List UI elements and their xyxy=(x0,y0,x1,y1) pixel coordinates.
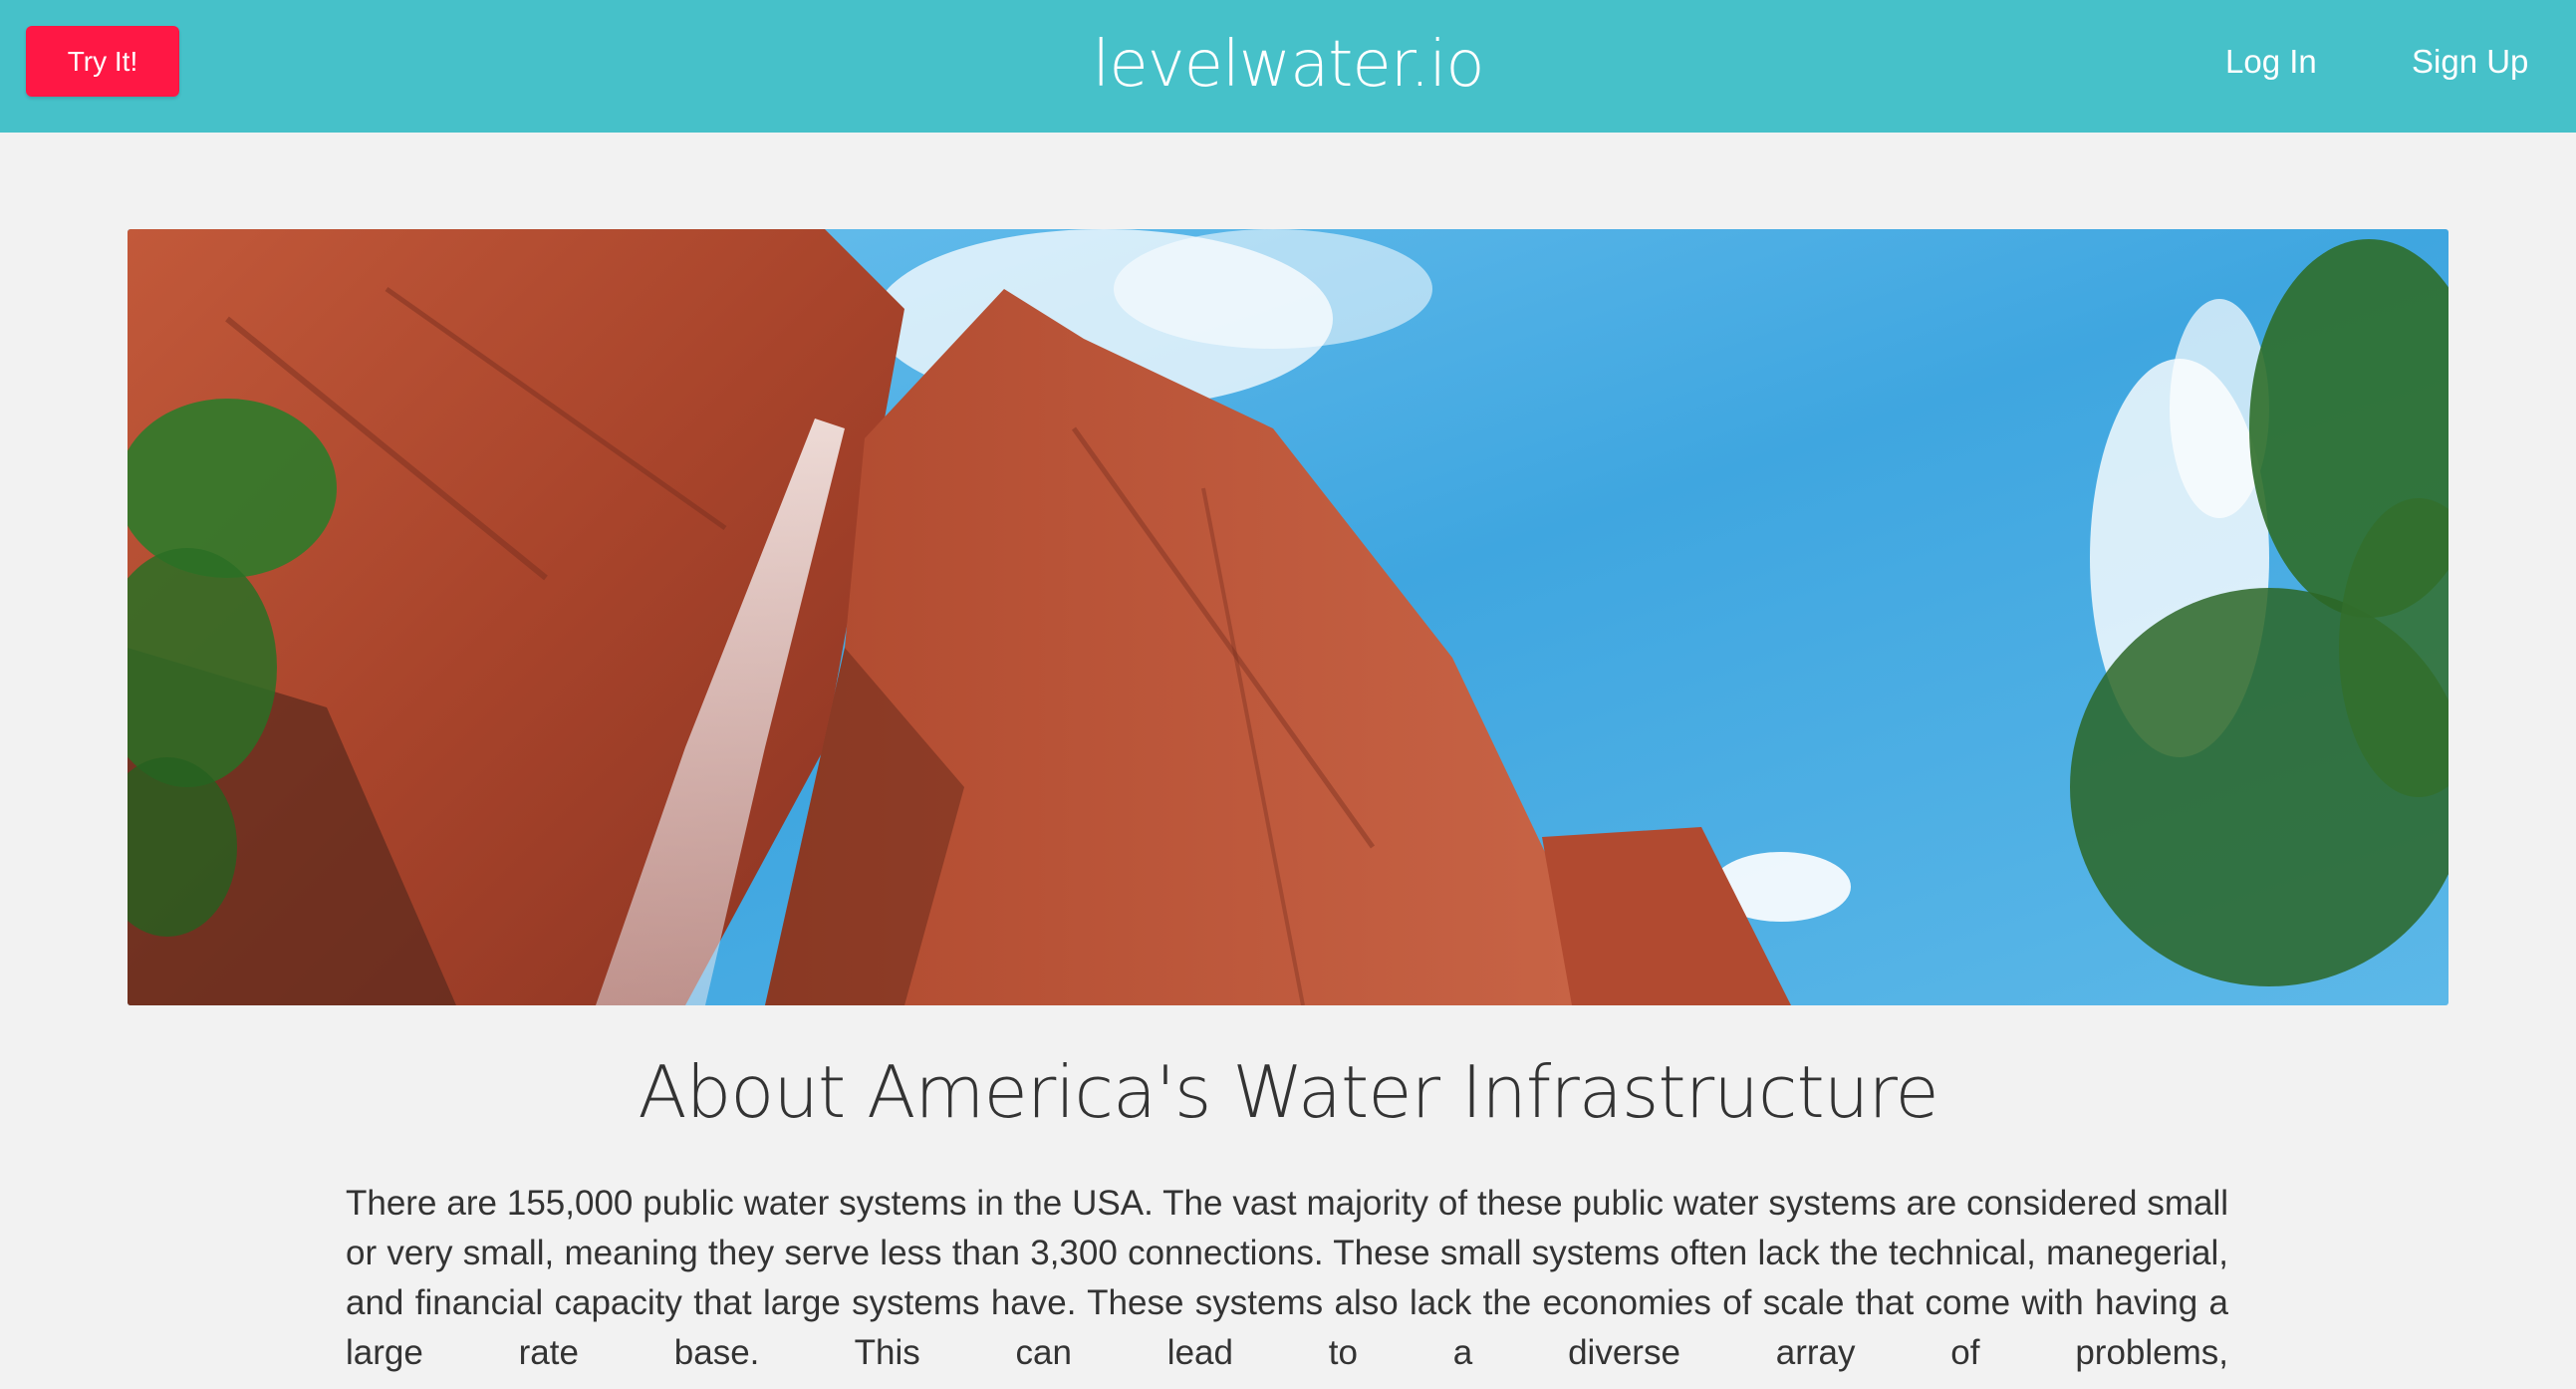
hero-image xyxy=(128,229,2448,1005)
canyon-waterfall-image xyxy=(128,229,2448,1005)
brand-logo[interactable]: levelwater.io xyxy=(1093,28,1485,102)
try-it-button[interactable]: Try It! xyxy=(26,26,179,97)
brand-logo-wrapper: levelwater.io xyxy=(0,22,2576,108)
about-title: About America's Water Infrastructure xyxy=(638,1050,1938,1134)
top-navbar: Try It! levelwater.io Log In Sign Up xyxy=(0,0,2576,133)
login-link[interactable]: Log In xyxy=(2225,40,2317,84)
about-body-text: There are 155,000 public water systems i… xyxy=(346,1184,2228,1372)
signup-link[interactable]: Sign Up xyxy=(2412,40,2528,84)
